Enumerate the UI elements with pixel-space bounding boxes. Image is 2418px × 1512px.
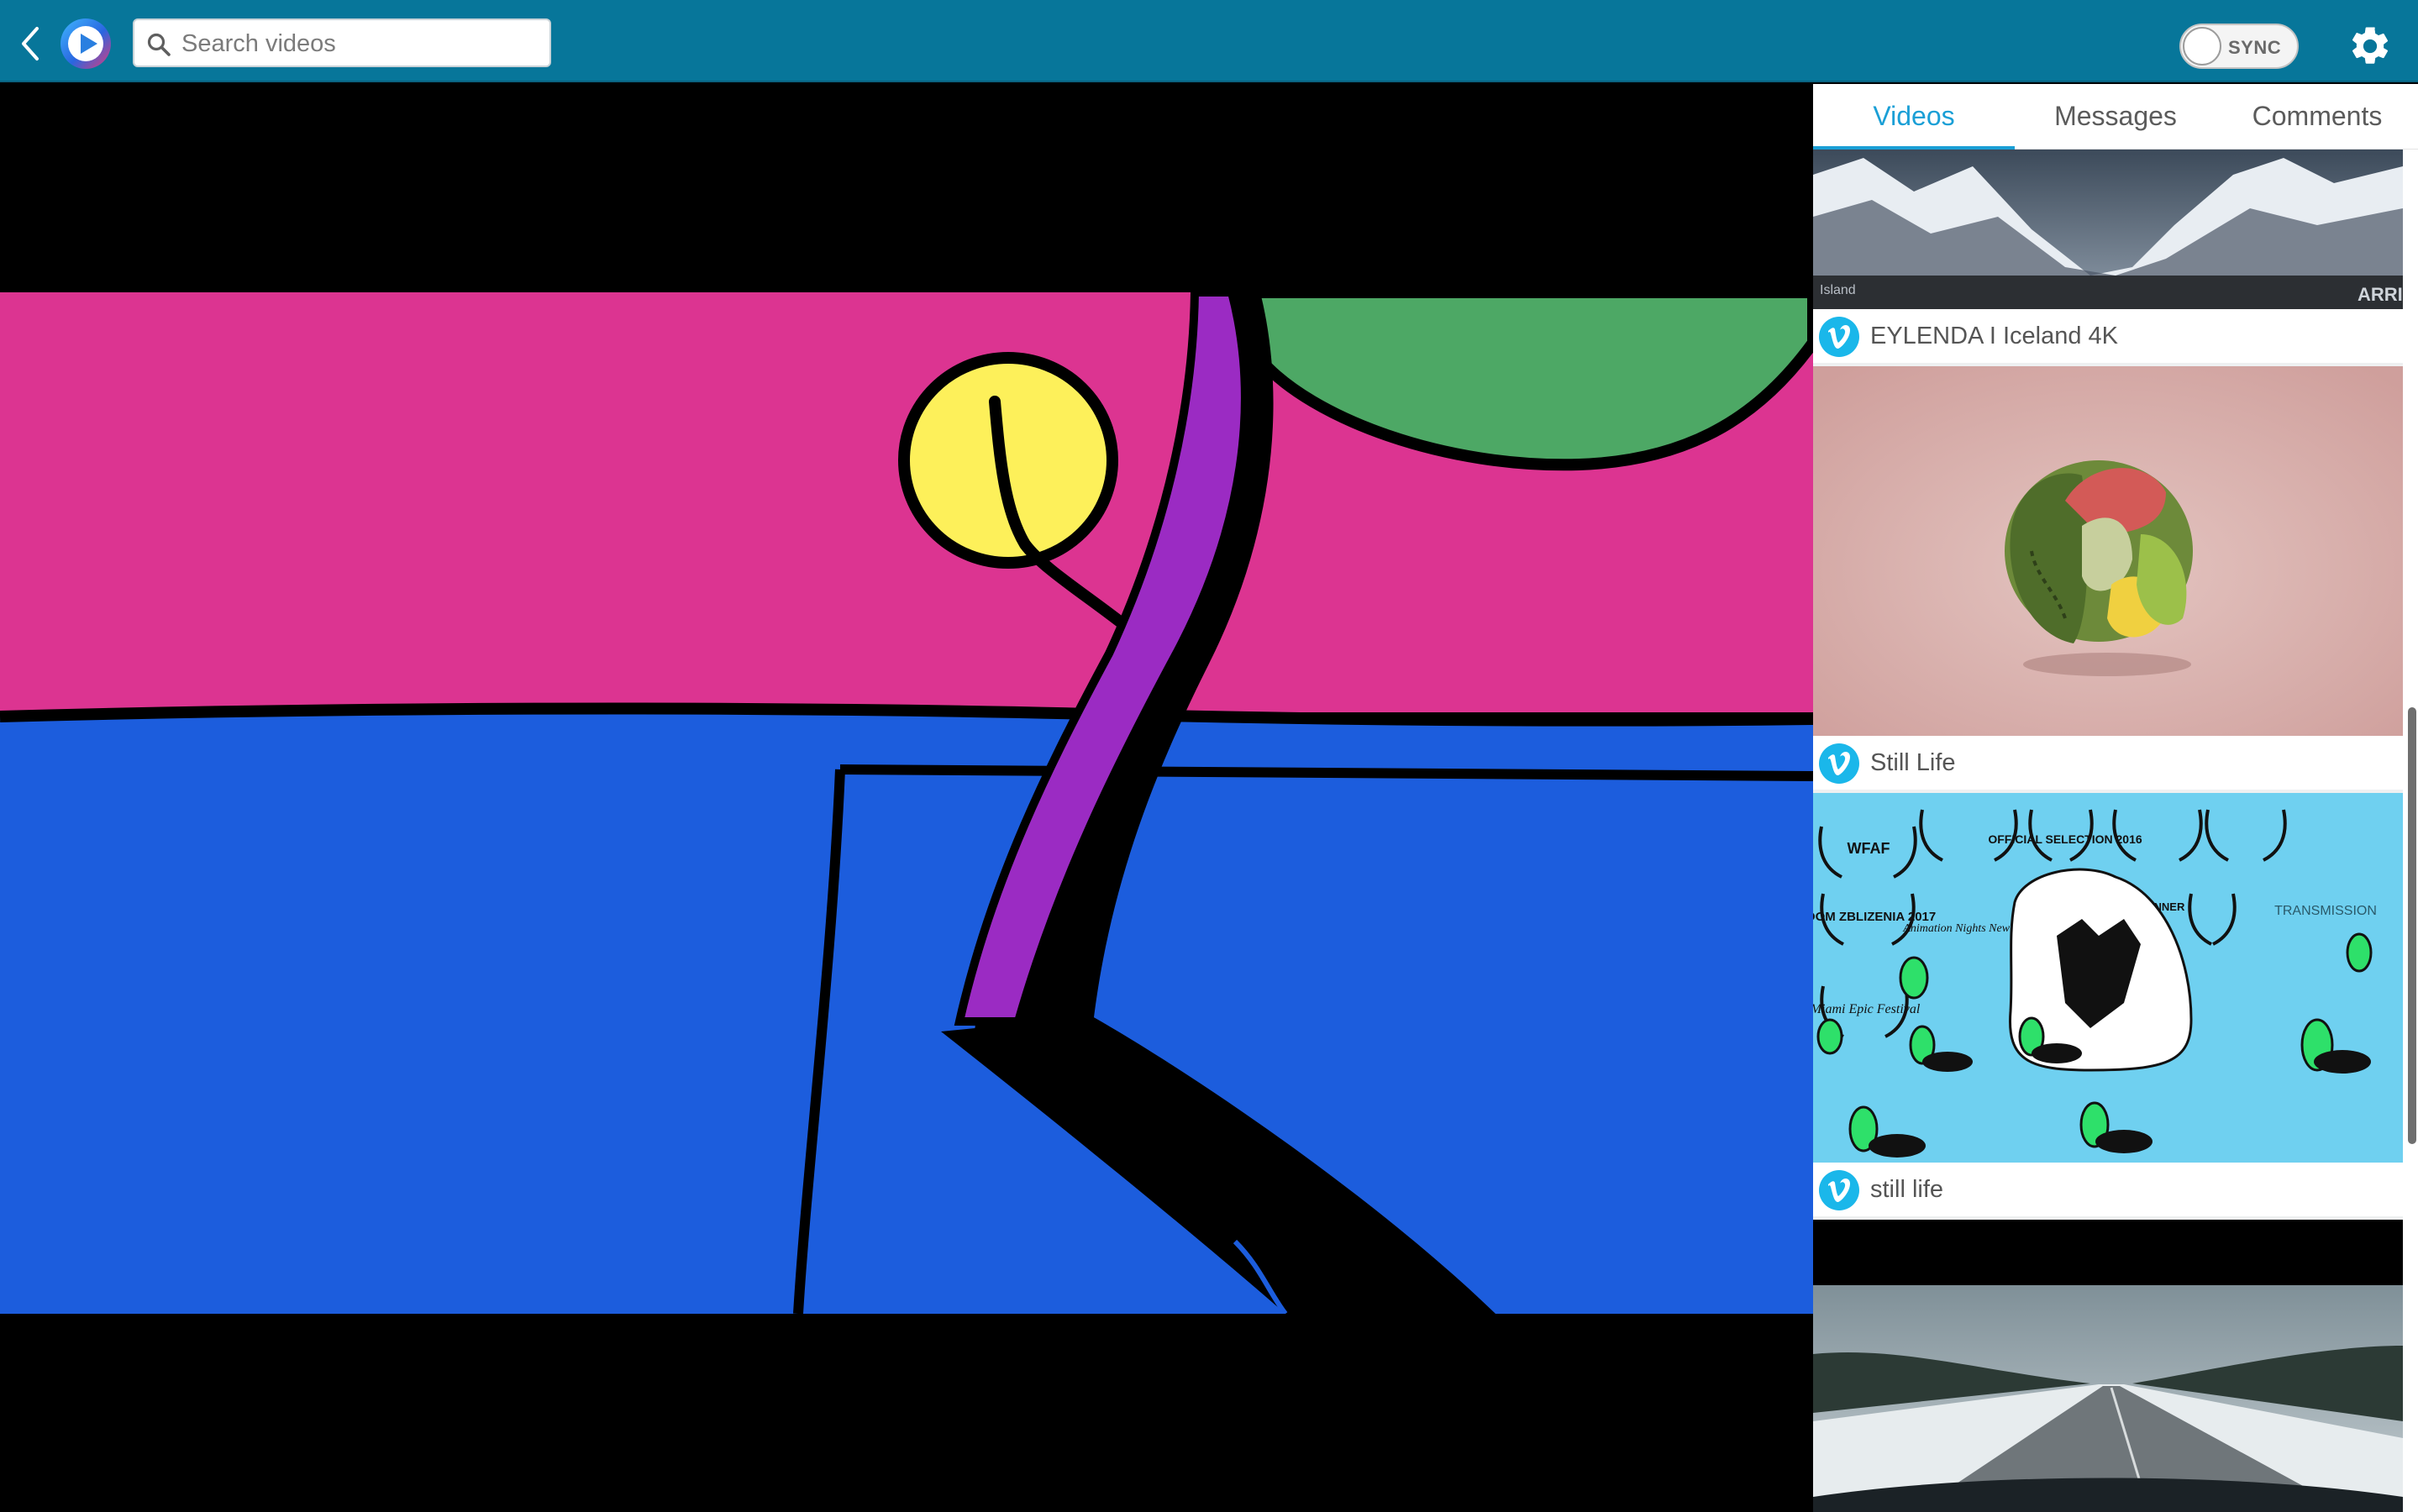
video-title: Still Life: [1870, 749, 1956, 776]
video-caption: still life: [1813, 1163, 2403, 1216]
video-thumbnail: Island ARRI: [1813, 150, 2403, 309]
video-frame[interactable]: [0, 292, 1813, 1314]
thumbnail-brand-text: Island: [1820, 283, 1856, 297]
laurel-text: TRANSMISSION: [2274, 904, 2377, 918]
vimeo-icon: [1819, 317, 1859, 357]
video-list-item[interactable]: Island ARRI EYLENDA I Iceland 4K: [1813, 150, 2403, 363]
video-thumbnail: [1813, 366, 2403, 736]
sync-label: SYNC: [2228, 37, 2282, 58]
settings-button[interactable]: [2347, 24, 2393, 69]
back-button[interactable]: [18, 25, 44, 62]
tab-videos[interactable]: Videos: [1813, 84, 2015, 150]
laurel-text: OFFICIAL SELECTION 2016: [1988, 832, 2142, 846]
video-player[interactable]: [0, 84, 1813, 1512]
video-title: EYLENDA I Iceland 4K: [1870, 323, 2118, 349]
search-box[interactable]: [133, 18, 551, 67]
search-input[interactable]: [181, 25, 543, 62]
scrollbar-thumb[interactable]: [2408, 707, 2416, 1144]
thumbnail-corner-text: ARRI: [2358, 284, 2403, 305]
sync-toggle[interactable]: SYNC: [2179, 24, 2299, 69]
tab-bar: Videos Messages Comments: [1813, 84, 2418, 150]
search-icon: [147, 33, 171, 56]
sidebar-scrollbar[interactable]: [2403, 150, 2418, 1512]
gear-icon: [2352, 27, 2389, 64]
video-caption: EYLENDA I Iceland 4K: [1813, 309, 2403, 363]
tab-messages[interactable]: Messages: [2015, 84, 2216, 150]
vimeo-icon: [1819, 1170, 1859, 1210]
video-list-item[interactable]: [1813, 1220, 2403, 1512]
video-thumbnail: [1813, 1220, 2403, 1512]
video-title: still life: [1870, 1176, 1944, 1203]
tab-comments[interactable]: Comments: [2216, 84, 2418, 150]
laurel-text: WFAF: [1848, 840, 1890, 857]
laurel-text: Miami Epic Festival: [1813, 1002, 1921, 1016]
vimeo-icon: [1819, 743, 1859, 784]
video-list[interactable]: Island ARRI EYLENDA I Iceland 4K Still L…: [1813, 150, 2403, 1512]
video-thumbnail: WFAF OFFICIAL SELECTION 2016 ZOOM ZBLIZE…: [1813, 793, 2403, 1163]
top-bar: SYNC: [0, 0, 2418, 82]
sync-toggle-knob: [2183, 27, 2221, 66]
sidebar: Videos Messages Comments Island ARRI EYL…: [1813, 84, 2418, 1512]
video-caption: Still Life: [1813, 736, 2403, 790]
video-list-item[interactable]: WFAF OFFICIAL SELECTION 2016 ZOOM ZBLIZE…: [1813, 793, 2403, 1216]
video-list-item[interactable]: Still Life: [1813, 366, 2403, 790]
app-logo-icon[interactable]: [59, 17, 113, 71]
chevron-left-icon: [22, 27, 39, 60]
